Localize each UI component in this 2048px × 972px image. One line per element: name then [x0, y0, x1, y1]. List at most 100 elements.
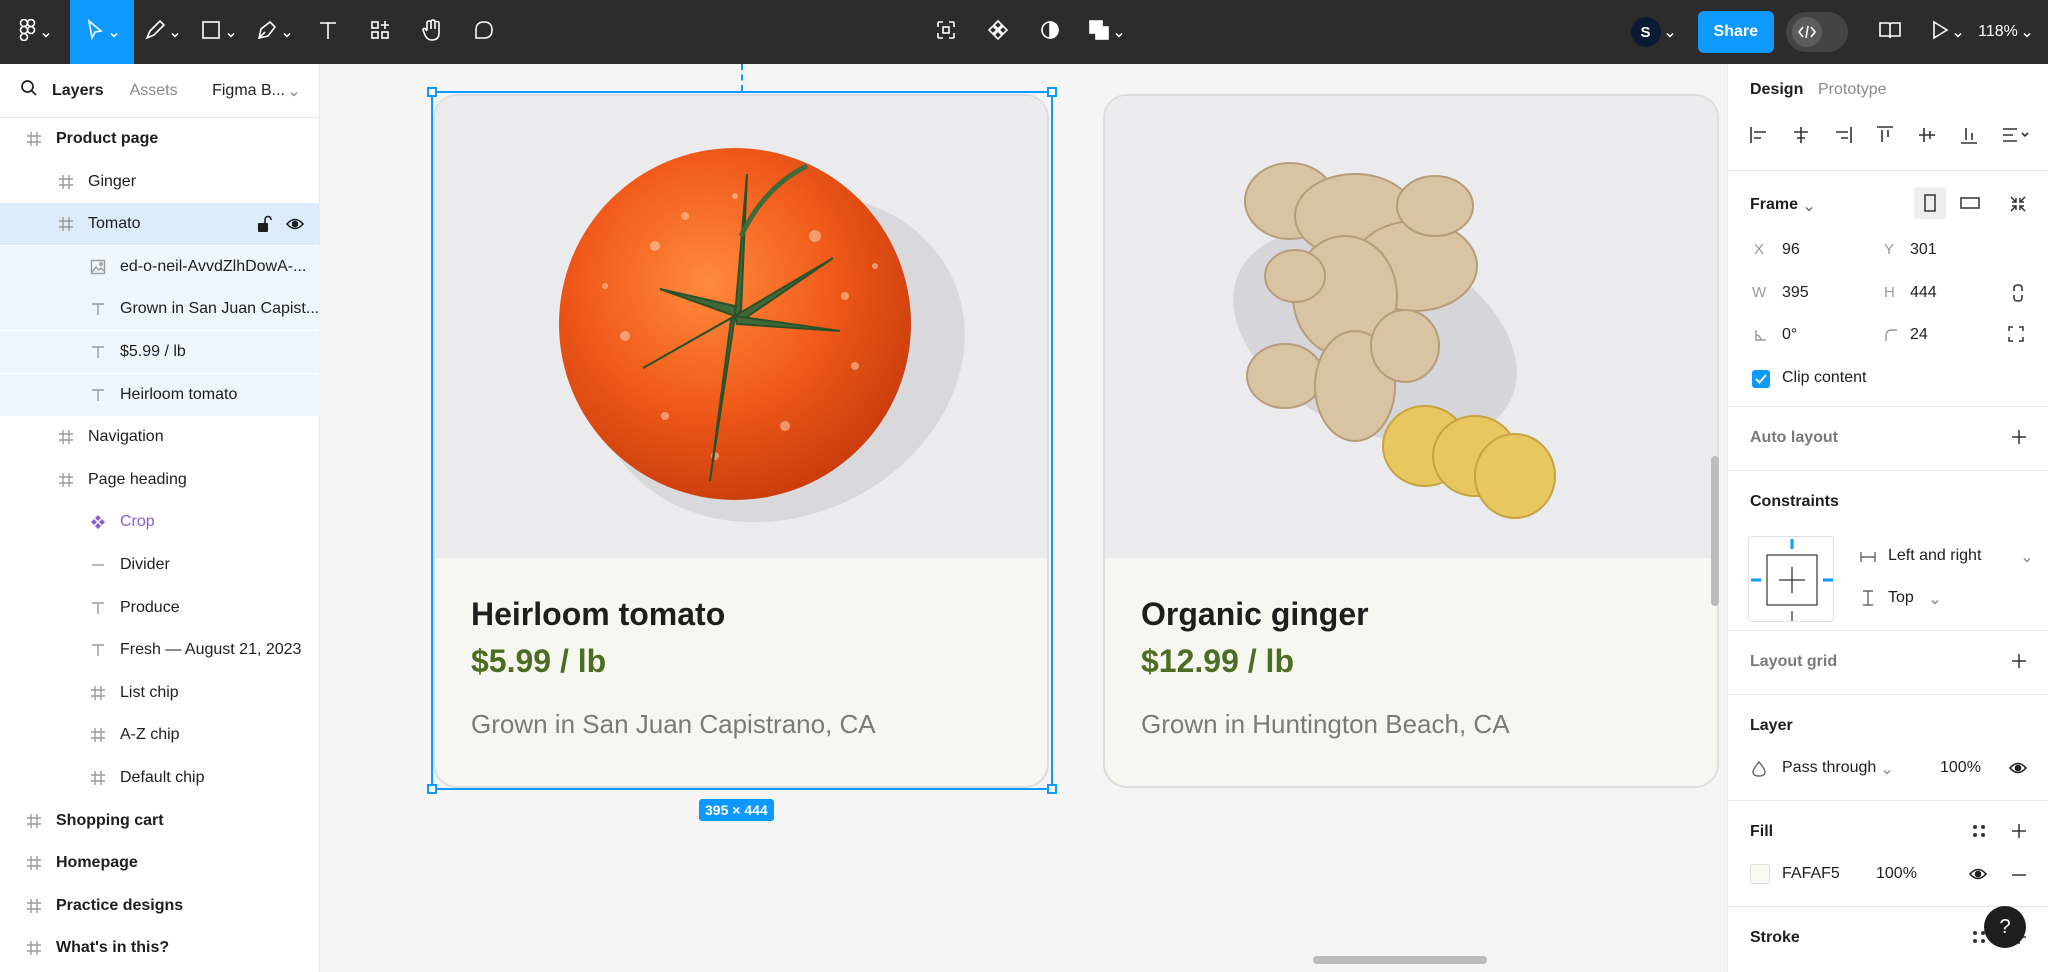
- layer-item[interactable]: What's in this?: [0, 927, 320, 969]
- present-button[interactable]: [1918, 0, 1976, 64]
- layer-item[interactable]: Ginger: [0, 161, 320, 203]
- landscape-orientation-icon[interactable]: [1954, 187, 1986, 219]
- layer-item[interactable]: Default chip: [0, 757, 320, 799]
- layer-item[interactable]: Tomato: [0, 203, 320, 246]
- unlock-icon[interactable]: [256, 215, 272, 238]
- tab-prototype[interactable]: Prototype: [1818, 81, 1886, 99]
- x-input[interactable]: 96: [1782, 241, 1800, 259]
- tab-assets[interactable]: Assets: [130, 82, 178, 100]
- text-icon: [88, 342, 108, 362]
- dev-mode-toggle[interactable]: [1786, 12, 1848, 52]
- help-button[interactable]: ?: [1984, 906, 2026, 948]
- fill-color-swatch[interactable]: [1750, 864, 1770, 884]
- chevron-down-icon: [2022, 27, 2032, 38]
- height-input[interactable]: 444: [1910, 284, 1937, 302]
- layer-item[interactable]: Product page: [0, 118, 320, 160]
- tab-layers[interactable]: Layers: [52, 82, 104, 100]
- clip-content-checkbox[interactable]: [1752, 370, 1770, 388]
- distribute-menu-icon[interactable]: [2000, 124, 2030, 146]
- clip-content-label: Clip content: [1782, 369, 1867, 386]
- fill-hex-input[interactable]: FAFAF5: [1782, 865, 1840, 883]
- horizontal-scrollbar[interactable]: [1313, 956, 1487, 964]
- mask-button[interactable]: [1024, 0, 1076, 64]
- layer-label: Homepage: [56, 854, 138, 872]
- blend-mode-select[interactable]: Pass through: [1782, 759, 1876, 777]
- search-icon[interactable]: [20, 79, 38, 102]
- layer-opacity-input[interactable]: 100%: [1940, 759, 1981, 777]
- properties-panel: Design Prototype Frame X 96 Y 301 W 395 …: [1727, 64, 2048, 972]
- frame-title[interactable]: Frame: [1750, 196, 1798, 214]
- layer-item[interactable]: Homepage: [0, 842, 320, 884]
- main-menu-button[interactable]: [0, 0, 70, 64]
- comment-tool-button[interactable]: [458, 0, 510, 64]
- vertical-scrollbar[interactable]: [1711, 456, 1719, 606]
- independent-corners-icon[interactable]: [2007, 325, 2025, 348]
- hash-icon: [24, 896, 44, 916]
- layer-item[interactable]: ed-o-neil-AvvdZlhDowA-...: [0, 245, 320, 288]
- layer-item[interactable]: Heirloom tomato: [0, 373, 320, 416]
- align-top-icon[interactable]: [1874, 124, 1896, 146]
- remove-fill-icon[interactable]: [2011, 867, 2027, 883]
- resources-button[interactable]: [354, 0, 406, 64]
- corner-radius-icon: [1884, 328, 1898, 347]
- layer-item[interactable]: A-Z chip: [0, 714, 320, 756]
- hash-icon: [24, 853, 44, 873]
- eye-icon[interactable]: [2008, 761, 2028, 780]
- tab-design[interactable]: Design: [1750, 81, 1803, 99]
- product-card-ginger[interactable]: Organic ginger $12.99 / lb Grown in Hunt…: [1103, 94, 1719, 788]
- resize-to-fit-icon[interactable]: [2009, 195, 2027, 218]
- boolean-groups-button[interactable]: [1076, 0, 1136, 64]
- align-left-icon[interactable]: [1748, 124, 1770, 146]
- layer-item[interactable]: $5.99 / lb: [0, 331, 320, 373]
- pencil-tool-button[interactable]: [134, 0, 190, 64]
- blend-mode-icon: [1752, 760, 1766, 782]
- horizontal-constraint-select[interactable]: Left and right: [1888, 547, 1981, 565]
- canvas[interactable]: Heirloom tomato $5.99 / lb Grown in San …: [321, 64, 1727, 972]
- multiplayer-avatar-button[interactable]: S: [1620, 0, 1686, 64]
- create-component-button[interactable]: [972, 0, 1024, 64]
- share-button[interactable]: Share: [1697, 11, 1774, 53]
- eye-icon[interactable]: [285, 217, 305, 236]
- fill-opacity-input[interactable]: 100%: [1876, 865, 1917, 883]
- add-auto-layout-icon[interactable]: [2011, 429, 2027, 445]
- product-card-tomato[interactable]: Heirloom tomato $5.99 / lb Grown in San …: [433, 94, 1049, 788]
- hand-tool-button[interactable]: [406, 0, 458, 64]
- rotation-input[interactable]: 0°: [1782, 326, 1797, 344]
- resize-handle-bottom-left[interactable]: [427, 784, 437, 794]
- layer-item[interactable]: Navigation: [0, 416, 320, 458]
- layer-item[interactable]: Fresh — August 21, 2023: [0, 629, 320, 671]
- eye-icon[interactable]: [1968, 867, 1988, 886]
- layer-item[interactable]: Practice designs: [0, 885, 320, 927]
- vertical-constraint-select[interactable]: Top: [1888, 589, 1914, 607]
- layer-item[interactable]: Page heading: [0, 459, 320, 501]
- styles-grid-icon[interactable]: [1971, 823, 1987, 844]
- layer-item[interactable]: Shopping cart: [0, 800, 320, 842]
- align-horizontal-center-icon[interactable]: [1790, 124, 1812, 146]
- align-bottom-icon[interactable]: [1958, 124, 1980, 146]
- library-button[interactable]: [1862, 0, 1918, 64]
- page-selector[interactable]: Figma B...: [212, 82, 299, 100]
- add-layout-grid-icon[interactable]: [2011, 653, 2027, 669]
- constrain-proportions-icon[interactable]: [2011, 283, 2025, 308]
- layer-item[interactable]: Divider: [0, 544, 320, 586]
- y-input[interactable]: 301: [1910, 241, 1937, 259]
- constraints-widget[interactable]: [1748, 536, 1834, 622]
- resize-handle-bottom-right[interactable]: [1047, 784, 1057, 794]
- align-vertical-center-icon[interactable]: [1916, 124, 1938, 146]
- resize-handle-top-right[interactable]: [1047, 87, 1057, 97]
- text-tool-button[interactable]: [302, 0, 354, 64]
- pen-tool-button[interactable]: [246, 0, 302, 64]
- align-right-icon[interactable]: [1832, 124, 1854, 146]
- layer-item[interactable]: Grown in San Juan Capist...: [0, 288, 320, 331]
- zoom-menu-button[interactable]: 118%: [1976, 0, 2048, 64]
- corner-radius-input[interactable]: 24: [1910, 326, 1928, 344]
- add-fill-icon[interactable]: [2011, 823, 2027, 839]
- portrait-orientation-icon[interactable]: [1914, 187, 1946, 219]
- move-tool-button[interactable]: [70, 0, 134, 64]
- shape-tool-button[interactable]: [190, 0, 246, 64]
- layer-item[interactable]: Produce: [0, 587, 320, 629]
- layer-item[interactable]: List chip: [0, 672, 320, 714]
- width-input[interactable]: 395: [1782, 284, 1809, 302]
- component-tools-button[interactable]: [920, 0, 972, 64]
- layer-item[interactable]: Crop: [0, 501, 320, 543]
